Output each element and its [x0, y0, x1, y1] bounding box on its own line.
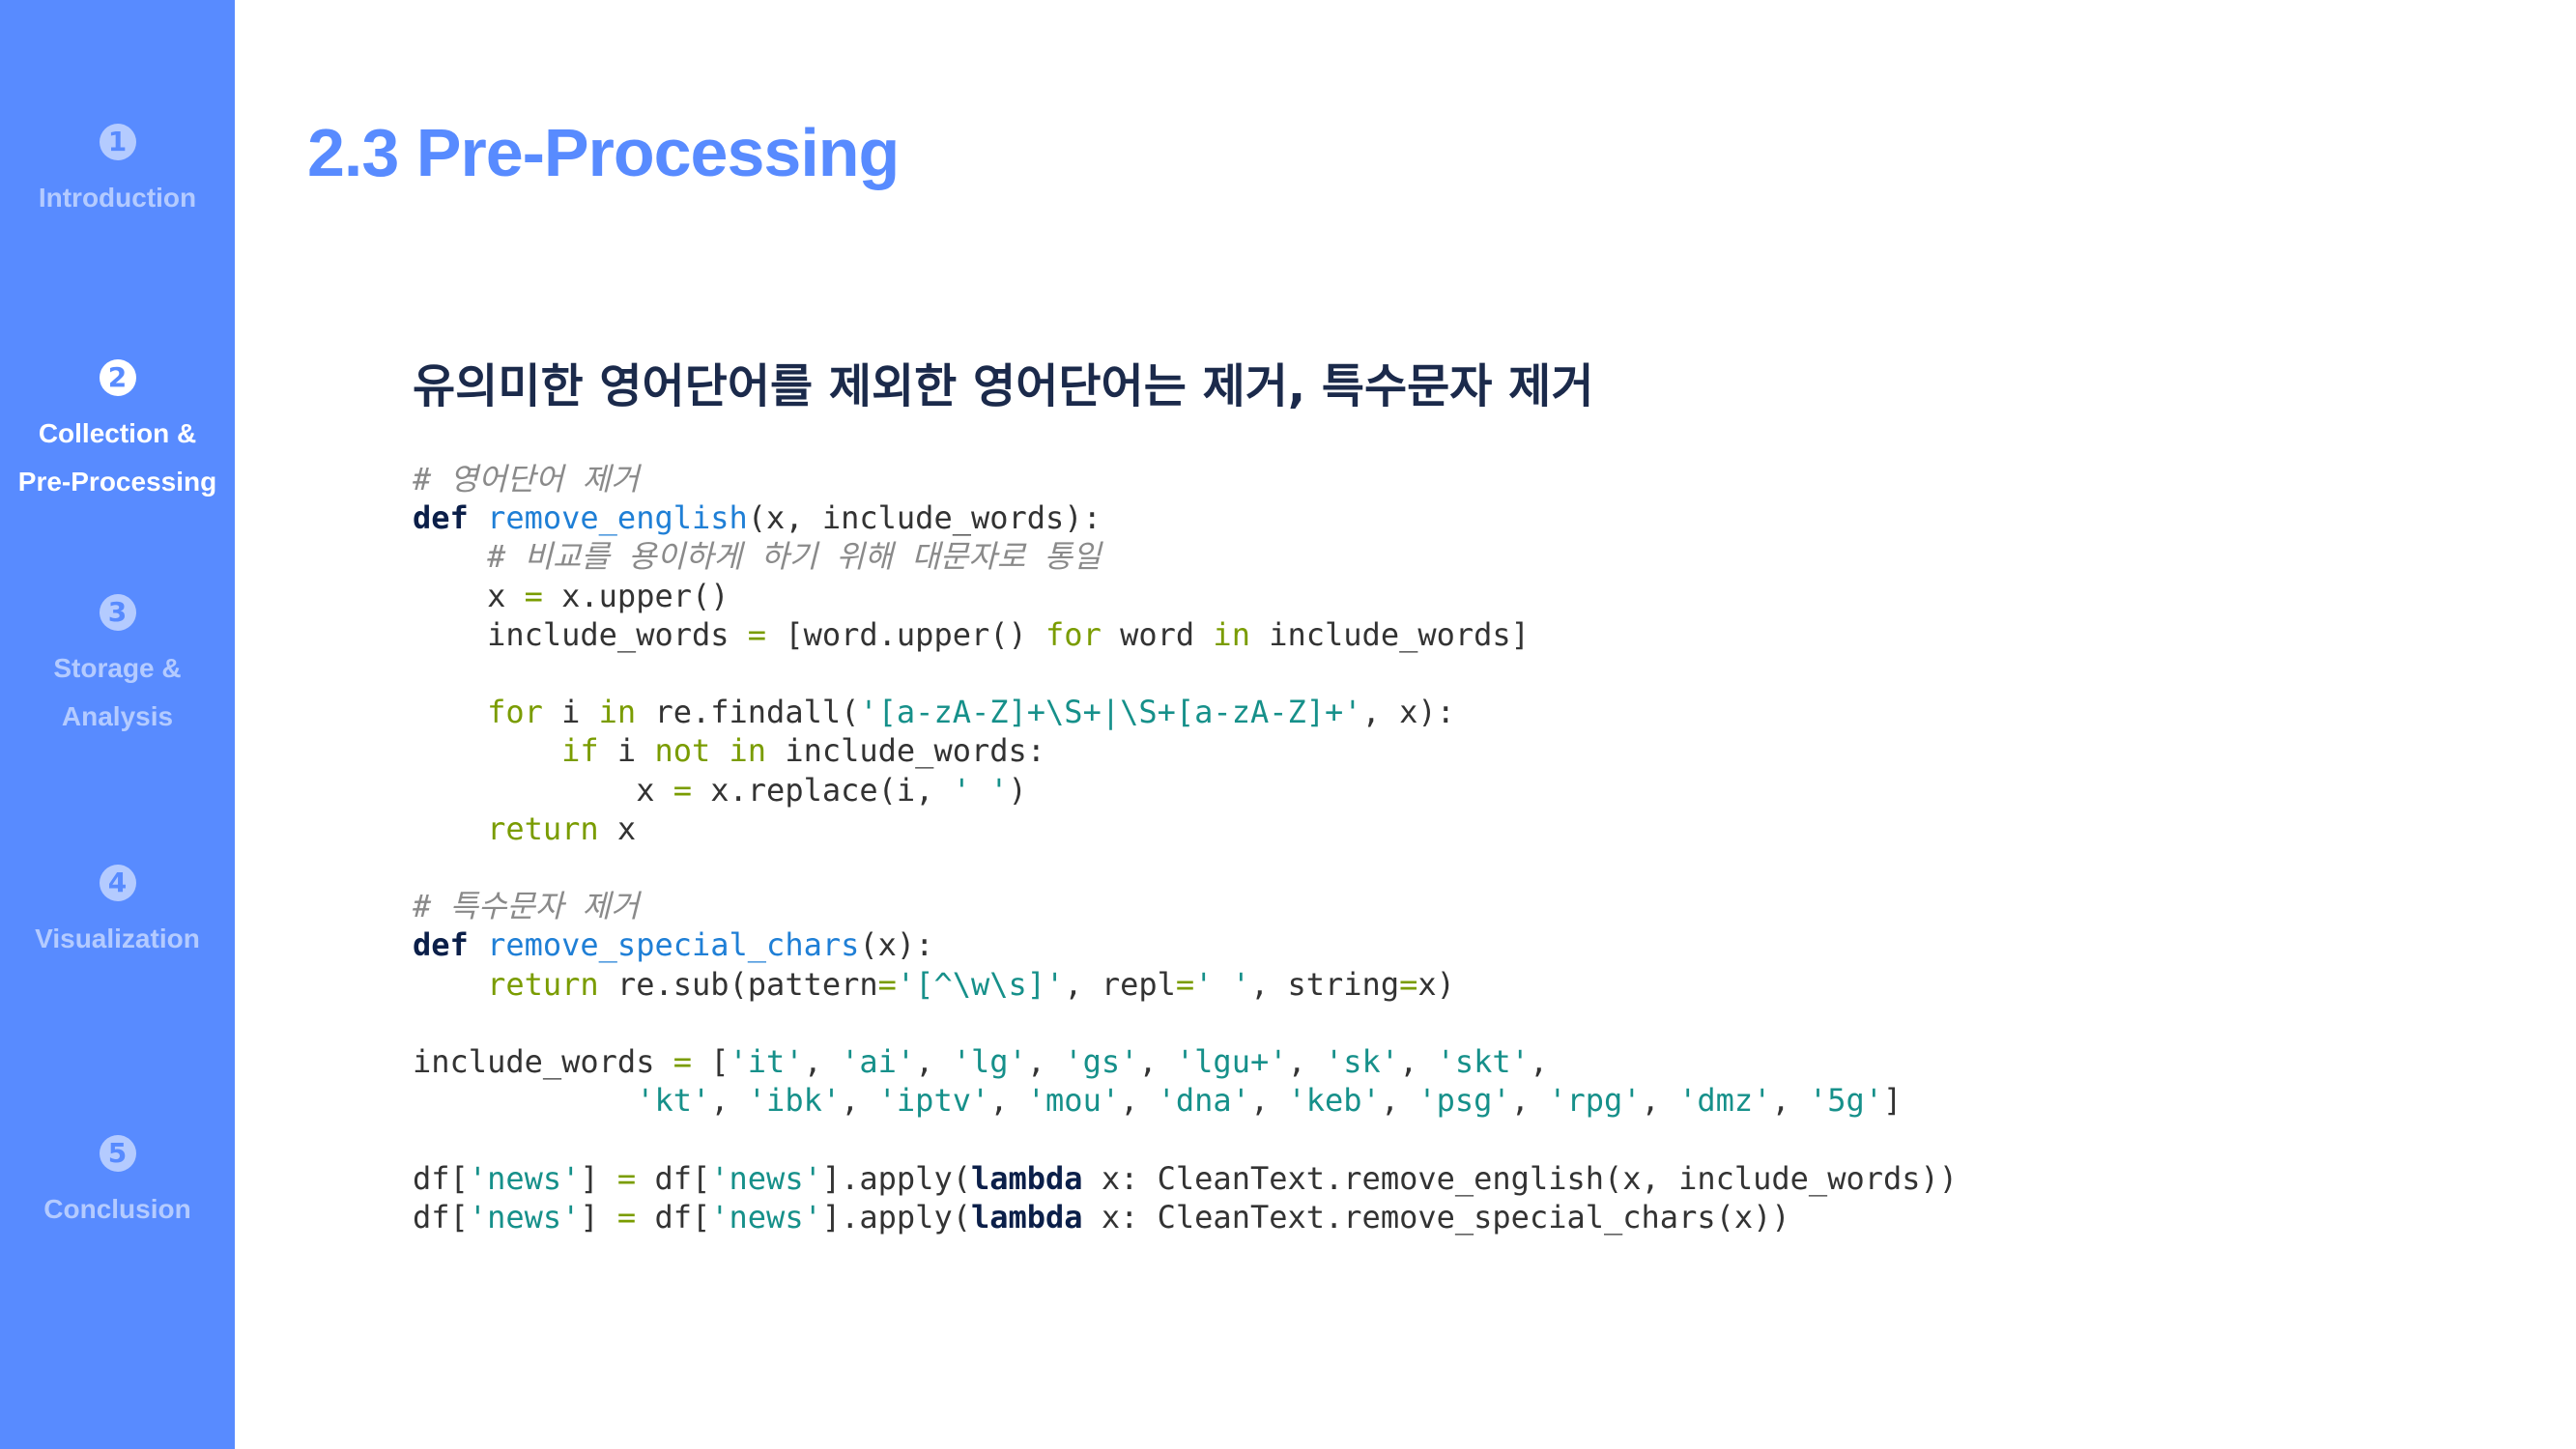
step-3-icon: 3 [99, 594, 136, 631]
code-line: 'kt', 'ibk', 'iptv', 'mou', 'dna', 'keb'… [636, 1082, 1903, 1120]
step-5-icon: 5 [99, 1135, 136, 1172]
nav-label: Visualization [35, 923, 200, 953]
code-line: return x [487, 810, 637, 847]
step-1-icon: 1 [99, 124, 136, 160]
code-line: return re.sub(pattern='[^\w\s]', repl=' … [487, 965, 1455, 1003]
code-line: include_words = ['it', 'ai', 'lg', 'gs',… [413, 1043, 1549, 1081]
step-2-icon: 2 [99, 359, 136, 396]
code-line: # 영어단어 제거 [413, 461, 640, 497]
nav-item-conclusion[interactable]: 5 Conclusion [0, 1135, 235, 1234]
code-line: include_words = [word.upper() for word i… [413, 615, 1530, 653]
nav-label: Collection & Pre-Processing [17, 418, 217, 497]
slide-subtitle: 유의미한 영어단어를 제외한 영어단어는 제거, 특수문자 제거 [413, 359, 1594, 413]
nav-item-storage-analysis[interactable]: 3 Storage & Analysis [0, 594, 235, 741]
code-line: # 비교를 용이하게 하기 위해 대문자로 통일 [487, 538, 1102, 576]
nav-item-visualization[interactable]: 4 Visualization [0, 865, 235, 963]
code-line: # 특수문자 제거 [413, 888, 640, 925]
code-line: def remove_english(x, include_words): [413, 499, 1102, 537]
nav-label: Conclusion [43, 1194, 191, 1224]
code-block: # 영어단어 제거 def remove_english(x, include_… [413, 460, 1958, 1236]
code-line: for i in re.findall('[a-zA-Z]+\S+|\S+[a-… [487, 694, 1455, 731]
nav-label: Introduction [38, 183, 197, 213]
nav-label: Storage & Analysis [53, 653, 182, 731]
code-line: df['news'] = df['news'].apply(lambda x: … [413, 1198, 1790, 1236]
step-4-icon: 4 [99, 865, 136, 901]
code-line: def remove_special_chars(x): [413, 926, 934, 964]
code-line: x = x.replace(i, ' ') [413, 771, 1027, 809]
code-line: df['news'] = df['news'].apply(lambda x: … [413, 1159, 1959, 1197]
code-line: x = x.upper() [413, 577, 730, 614]
page-title: 2.3 Pre-Processing [307, 115, 900, 190]
nav-item-collection-preprocessing[interactable]: 2 Collection & Pre-Processing [0, 359, 235, 506]
nav-item-introduction[interactable]: 1 Introduction [0, 124, 235, 222]
code-line: if i not in include_words: [561, 732, 1046, 770]
sidebar-nav: 1 Introduction 2 Collection & Pre-Proces… [0, 0, 235, 1449]
